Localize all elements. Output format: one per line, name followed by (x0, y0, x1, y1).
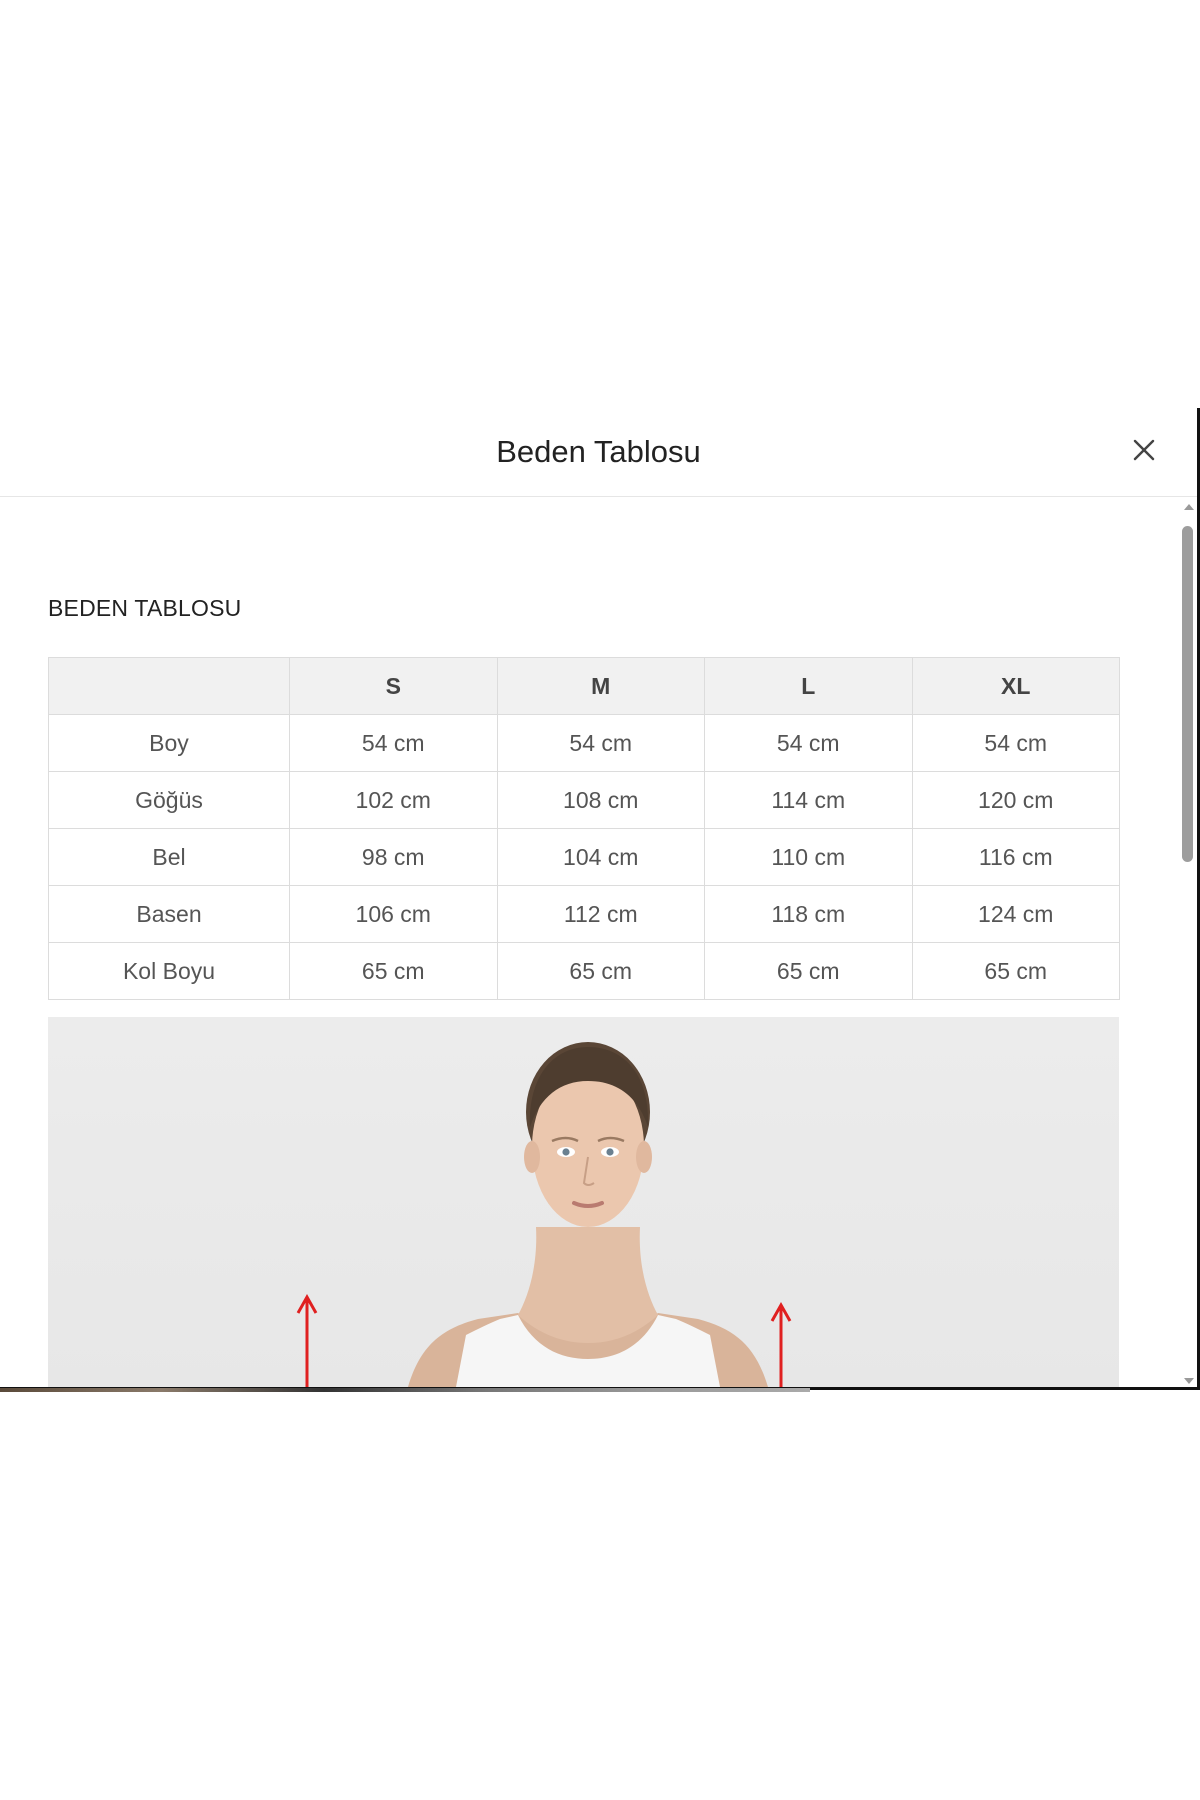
close-icon (1133, 439, 1155, 461)
table-row: Kol Boyu 65 cm 65 cm 65 cm 65 cm (48, 942, 1120, 1000)
table-cell: 104 cm (496, 828, 705, 886)
modal-title: Beden Tablosu (496, 434, 701, 469)
row-label: Boy (48, 714, 290, 772)
table-cell: 108 cm (496, 771, 705, 829)
table-body: Boy 54 cm 54 cm 54 cm 54 cm Göğüs 102 cm… (48, 714, 1120, 1000)
table-cell: 120 cm (911, 771, 1120, 829)
header-cell-xl: XL (911, 657, 1120, 715)
arrow-icon (296, 1293, 318, 1387)
table-cell: 54 cm (496, 714, 705, 772)
table-header: S M L XL (48, 657, 1120, 715)
header-cell-m: M (496, 657, 705, 715)
size-table: S M L XL Boy 54 cm 54 cm 54 cm 54 cm Göğ… (48, 657, 1120, 1000)
header-cell-empty (48, 657, 290, 715)
header-cell-s: S (289, 657, 498, 715)
size-chart-modal: Beden Tablosu BEDEN TABLOSU S M L XL Boy… (0, 408, 1200, 1390)
row-label: Göğüs (48, 771, 290, 829)
row-label: Basen (48, 885, 290, 943)
close-button[interactable] (1128, 434, 1160, 466)
table-header-row: S M L XL (48, 657, 1120, 715)
header-cell-l: L (704, 657, 913, 715)
table-cell: 110 cm (704, 828, 913, 886)
table-cell: 65 cm (289, 942, 498, 1000)
table-row: Bel 98 cm 104 cm 110 cm 116 cm (48, 828, 1120, 886)
row-label: Bel (48, 828, 290, 886)
table-cell: 65 cm (704, 942, 913, 1000)
arrow-icon (770, 1301, 792, 1387)
table-cell: 54 cm (289, 714, 498, 772)
table-cell: 65 cm (496, 942, 705, 1000)
scroll-up-icon[interactable] (1184, 504, 1194, 510)
table-cell: 102 cm (289, 771, 498, 829)
table-row: Boy 54 cm 54 cm 54 cm 54 cm (48, 714, 1120, 772)
table-cell: 54 cm (911, 714, 1120, 772)
table-row: Basen 106 cm 112 cm 118 cm 124 cm (48, 885, 1120, 943)
scroll-thumb[interactable] (1182, 526, 1193, 862)
measurement-model-photo (48, 1017, 1119, 1387)
page: Beden Tablosu BEDEN TABLOSU S M L XL Boy… (0, 0, 1200, 1800)
table-cell: 124 cm (911, 885, 1120, 943)
modal-body: BEDEN TABLOSU S M L XL Boy 54 cm 54 cm 5… (0, 497, 1197, 1387)
scroll-down-icon[interactable] (1184, 1378, 1194, 1384)
table-row: Göğüs 102 cm 108 cm 114 cm 120 cm (48, 771, 1120, 829)
table-cell: 65 cm (911, 942, 1120, 1000)
table-cell: 106 cm (289, 885, 498, 943)
table-cell: 112 cm (496, 885, 705, 943)
row-label: Kol Boyu (48, 942, 290, 1000)
table-cell: 98 cm (289, 828, 498, 886)
model-illustration (296, 1042, 792, 1387)
table-cell: 116 cm (911, 828, 1120, 886)
background-page-strip (0, 1388, 810, 1392)
modal-header: Beden Tablosu (0, 408, 1197, 497)
table-cell: 118 cm (704, 885, 913, 943)
modal-scrollbar[interactable] (1180, 500, 1197, 1387)
section-title: BEDEN TABLOSU (48, 595, 242, 621)
table-cell: 54 cm (704, 714, 913, 772)
table-cell: 114 cm (704, 771, 913, 829)
